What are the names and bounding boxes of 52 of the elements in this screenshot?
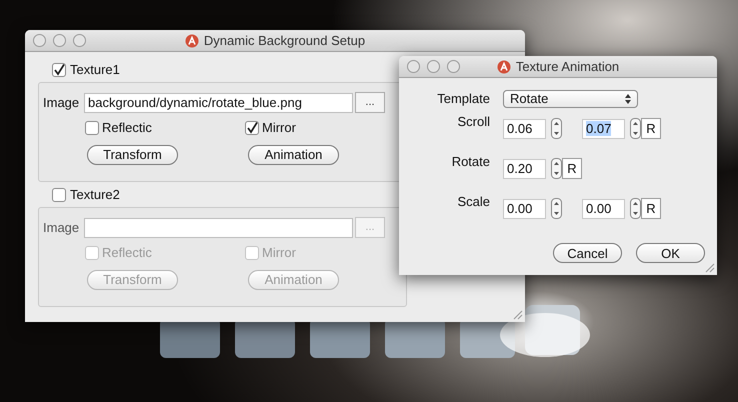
field-label: Image (43, 94, 80, 112)
reset-button[interactable]: R (641, 118, 661, 139)
checkbox[interactable] (85, 121, 99, 135)
field-label: Image (43, 218, 80, 237)
browse-button[interactable]: ... (355, 92, 385, 113)
window-control-icon[interactable] (33, 34, 46, 47)
window-title: Dynamic Background Setup (204, 32, 366, 50)
window-control-icon[interactable] (53, 34, 66, 47)
template-dropdown[interactable]: Rotate (503, 90, 638, 108)
pill-button[interactable]: Animation (248, 144, 339, 164)
stepper-icon[interactable] (551, 198, 562, 219)
checkbox-label: Mirror (262, 119, 296, 138)
pill-button[interactable]: Transform (87, 144, 178, 164)
field-label: Rotate (450, 153, 490, 171)
path-field[interactable] (84, 218, 353, 238)
reset-button[interactable]: R (562, 158, 582, 179)
number-field[interactable]: 0.20 (503, 158, 546, 178)
resize-grip-icon[interactable] (513, 310, 523, 320)
checkbox-label: Texture2 (70, 186, 120, 204)
stepper-icon[interactable] (551, 158, 562, 179)
reset-button[interactable]: R (641, 198, 661, 219)
resize-grip-icon[interactable] (705, 263, 715, 273)
checkbox-label: Texture1 (70, 61, 120, 80)
updown-arrows-icon (625, 94, 631, 104)
path-field[interactable]: background/dynamic/rotate_blue.png (84, 92, 353, 112)
number-field[interactable]: 0.00 (582, 198, 625, 218)
field-label: Scroll (456, 113, 490, 131)
checkbox[interactable] (245, 121, 259, 135)
app-logo-icon (496, 60, 511, 74)
stepper-icon[interactable] (630, 198, 641, 219)
window-title: Texture Animation (516, 58, 620, 76)
window-control-icon[interactable] (407, 60, 420, 73)
pill-button[interactable]: Cancel (553, 243, 622, 263)
checkbox[interactable] (85, 246, 99, 260)
checkbox-label: Reflectic (102, 244, 152, 262)
window-control-icon[interactable] (73, 34, 86, 47)
checkbox-label: Reflectic (102, 119, 152, 138)
field-label: Template (436, 90, 490, 108)
window-control-icon[interactable] (447, 60, 460, 73)
app-logo-icon (184, 34, 199, 48)
stepper-icon[interactable] (551, 118, 562, 139)
stepper-icon[interactable] (630, 118, 641, 139)
number-field[interactable]: 0.06 (503, 118, 546, 138)
field-label: Scale (456, 193, 490, 211)
checkbox[interactable] (245, 246, 259, 260)
number-field[interactable]: 0.00 (503, 198, 546, 218)
window-control-icon[interactable] (427, 60, 440, 73)
checkbox[interactable] (52, 63, 66, 77)
checkbox-label: Mirror (262, 244, 296, 262)
number-field[interactable]: 0.07 (582, 118, 625, 138)
pill-button[interactable]: OK (636, 243, 705, 263)
checkbox[interactable] (52, 188, 66, 202)
